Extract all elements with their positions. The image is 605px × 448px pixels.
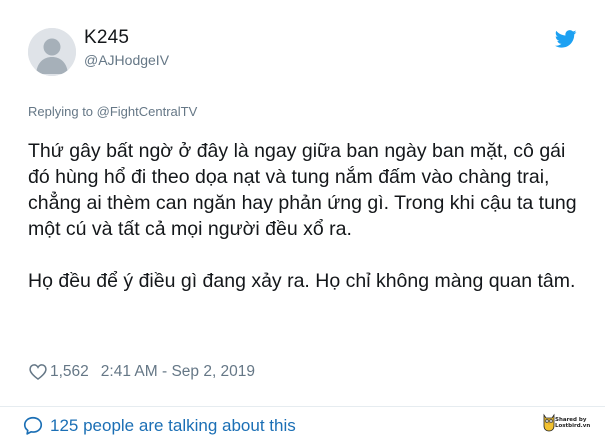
- people-talking-link[interactable]: 125 people are talking about this: [22, 414, 296, 438]
- people-talking-text: 125 people are talking about this: [50, 416, 296, 435]
- like-count[interactable]: 1,562: [50, 363, 89, 381]
- tweet-card: K245 @AJHodgeIV Replying to @FightCentra…: [0, 0, 605, 448]
- owl-logo-icon: [543, 413, 555, 432]
- tweet-meta: 1,562 2:41 AM - Sep 2, 2019: [28, 360, 255, 384]
- heart-icon[interactable]: [28, 362, 48, 382]
- tweet-paragraph: Thứ gây bất ngờ ở đây là ngay giữa ban n…: [28, 140, 577, 240]
- watermark-line: Lostbird.vn: [555, 423, 591, 429]
- replying-to-label: Replying to: [28, 104, 97, 119]
- twitter-bird-icon[interactable]: [555, 30, 577, 48]
- user-handle[interactable]: @AJHodgeIV: [84, 52, 169, 68]
- watermark: Shared by Lostbird.vn: [540, 410, 590, 444]
- display-name[interactable]: K245: [84, 27, 129, 49]
- tweet-header: K245 @AJHodgeIV: [0, 0, 605, 90]
- reply-mention-link[interactable]: @FightCentralTV: [97, 104, 198, 119]
- divider: [0, 406, 605, 407]
- default-avatar-icon: [28, 28, 76, 76]
- tweet-text: Thứ gây bất ngờ ở đây là ngay giữa ban n…: [28, 138, 588, 294]
- replying-to: Replying to @FightCentralTV: [28, 104, 197, 119]
- tweet-paragraph: Họ đều để ý điều gì đang xảy ra. Họ chỉ …: [28, 270, 576, 292]
- avatar[interactable]: [28, 28, 76, 76]
- chat-bubble-icon: [23, 416, 43, 435]
- watermark-text: Shared by Lostbird.vn: [555, 417, 590, 429]
- timestamp[interactable]: 2:41 AM - Sep 2, 2019: [101, 363, 255, 381]
